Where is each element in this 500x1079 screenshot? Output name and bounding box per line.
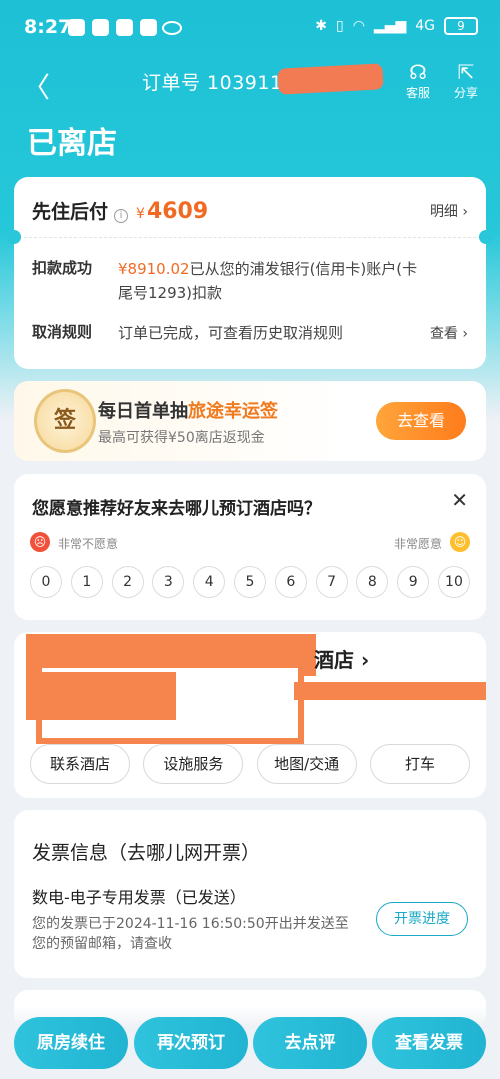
- rating-option[interactable]: 10: [437, 566, 470, 598]
- status-indicators: ✱ ▯ ◠ ▂▄▆ 4G 9: [315, 17, 478, 35]
- payment-card: 先住后付 i ¥ 4609 明细 › 扣款成功 ¥8910.02已从您的浦发银行…: [7, 177, 493, 369]
- share-icon: ⇱: [457, 60, 475, 84]
- detail-link-label: 明细: [429, 204, 458, 220]
- scale-high-label: 非常愿意: [393, 537, 442, 551]
- view-lucky-draw-button[interactable]: 去查看: [376, 402, 466, 440]
- divider: [14, 237, 486, 238]
- sad-face-icon: ☹: [30, 532, 50, 552]
- deduction-amount: ¥8910.02: [118, 260, 190, 278]
- lucky-draw-title: 每日首单抽旅途幸运签: [98, 397, 278, 423]
- close-icon[interactable]: ✕: [451, 488, 468, 512]
- headset-icon: ☊: [409, 60, 427, 84]
- rating-option[interactable]: 5: [233, 566, 266, 598]
- app-notification-icon: [68, 19, 85, 36]
- vibrate-icon: ▯: [335, 18, 344, 34]
- app-notification-icon: [140, 19, 157, 36]
- deduction-text: ¥8910.02已从您的浦发银行(信用卡)账户(卡尾号1293)扣款: [118, 257, 418, 305]
- rating-option[interactable]: 9: [397, 566, 430, 598]
- invoice-progress-button[interactable]: 开票进度: [376, 902, 468, 936]
- rating-scale: 0 1 2 3 4 5 6 7 8 9 10: [30, 566, 470, 598]
- order-status-title: 已离店: [27, 126, 117, 161]
- lucky-draw-title-prefix: 每日首单抽: [98, 401, 188, 422]
- view-invoice-button[interactable]: 查看发票: [372, 1017, 486, 1069]
- view-cancel-rules-link[interactable]: 查看 ›: [430, 323, 468, 343]
- top-nav: 〈 订单号 103911 ☊ 客服 ⇱ 分享: [0, 58, 500, 104]
- hotel-info-card: 酒店 › 联系酒店 设施服务 地图/交通 打车: [14, 632, 486, 798]
- signal-icon: ▂▄▆: [373, 18, 407, 34]
- chevron-right-icon: ›: [462, 326, 468, 342]
- customer-service-button[interactable]: ☊ 客服: [398, 60, 438, 101]
- rating-option[interactable]: 2: [111, 566, 144, 598]
- invoice-type: 数电-电子专用发票（已发送）: [32, 888, 246, 907]
- clock: 8:27: [24, 16, 72, 38]
- redaction-mark: [277, 63, 384, 95]
- payment-amount: 4609: [146, 199, 209, 224]
- eye-icon: [162, 21, 182, 35]
- facilities-button[interactable]: 设施服务: [143, 744, 244, 784]
- chevron-right-icon: ›: [360, 648, 370, 672]
- info-icon[interactable]: i: [114, 209, 129, 223]
- scale-low-label: 非常不愿意: [58, 537, 119, 551]
- order-number: 订单号 103911: [142, 72, 283, 94]
- rating-option[interactable]: 7: [315, 566, 348, 598]
- lucky-charm-icon: 签: [34, 389, 96, 453]
- bluetooth-icon: ✱: [315, 18, 327, 34]
- hotel-name[interactable]: 酒店 ›: [314, 644, 369, 673]
- lucky-draw-banner[interactable]: 签 每日首单抽旅途幸运签 最高可获得¥50离店返现金 去查看: [14, 381, 486, 461]
- rating-option[interactable]: 3: [152, 566, 185, 598]
- deduction-label: 扣款成功: [32, 259, 93, 277]
- contact-hotel-button[interactable]: 联系酒店: [30, 744, 130, 784]
- extend-stay-button[interactable]: 原房续住: [14, 1017, 128, 1069]
- happy-face-icon: ☺: [450, 532, 470, 552]
- rating-option[interactable]: 1: [70, 566, 103, 598]
- back-arrow-icon[interactable]: 〈: [22, 66, 50, 106]
- map-transport-button[interactable]: 地图/交通: [256, 744, 357, 784]
- invoice-card: 发票信息（去哪儿网开票） 数电-电子专用发票（已发送） 您的发票已于2024-1…: [14, 810, 486, 978]
- lucky-draw-title-highlight: 旅途幸运签: [188, 401, 278, 422]
- redaction-mark: [26, 672, 176, 720]
- bottom-action-bar: 原房续住 再次预订 去点评 查看发票: [0, 1006, 500, 1079]
- rating-option[interactable]: 8: [356, 566, 389, 598]
- wifi-icon: ◠: [352, 18, 365, 34]
- rating-option[interactable]: 0: [30, 566, 62, 598]
- card-notch: [7, 230, 21, 244]
- cancel-rule-text: 订单已完成，可查看历史取消规则: [118, 324, 344, 342]
- share-button[interactable]: ⇱ 分享: [446, 60, 486, 101]
- hotel-name-text: 酒店: [314, 648, 354, 672]
- customer-service-label: 客服: [405, 86, 430, 100]
- rating-option[interactable]: 6: [274, 566, 307, 598]
- share-label: 分享: [453, 86, 478, 100]
- card-notch: [479, 230, 493, 244]
- invoice-heading: 发票信息（去哪儿网开票）: [32, 842, 261, 864]
- network-type: 4G: [415, 18, 435, 34]
- payment-detail-link[interactable]: 明细 ›: [430, 201, 468, 221]
- redaction-mark: [294, 682, 486, 700]
- payment-summary: 先住后付 i ¥ 4609: [32, 197, 208, 224]
- book-again-button[interactable]: 再次预订: [134, 1017, 248, 1069]
- message-notification-icon: [92, 19, 109, 36]
- currency-symbol: ¥: [136, 206, 145, 222]
- audio-notification-icon: [116, 19, 133, 36]
- write-review-button[interactable]: 去点评: [253, 1017, 367, 1069]
- payment-method-title: 先住后付: [32, 201, 109, 223]
- taxi-button[interactable]: 打车: [369, 744, 470, 784]
- status-bar: 8:27 ✱ ▯ ◠ ▂▄▆ 4G 9: [0, 0, 500, 58]
- nps-survey-card: 您愿意推荐好友来去哪儿预订酒店吗？ ✕ ☹ 非常不愿意 非常愿意 ☺ 0 1 2…: [14, 474, 486, 620]
- hotel-actions: 联系酒店 设施服务 地图/交通 打车: [30, 744, 470, 784]
- view-link-label: 查看: [429, 326, 458, 342]
- invoice-description: 您的发票已于2024-11-16 16:50:50开出并发送至您的预留邮箱，请查…: [32, 916, 349, 952]
- survey-question: 您愿意推荐好友来去哪儿预订酒店吗？: [32, 499, 321, 519]
- battery-icon: 9: [444, 17, 478, 35]
- lucky-draw-subtitle: 最高可获得¥50离店返现金: [98, 430, 265, 446]
- cancel-rule-label: 取消规则: [32, 323, 93, 341]
- chevron-right-icon: ›: [462, 204, 468, 220]
- rating-option[interactable]: 4: [193, 566, 226, 598]
